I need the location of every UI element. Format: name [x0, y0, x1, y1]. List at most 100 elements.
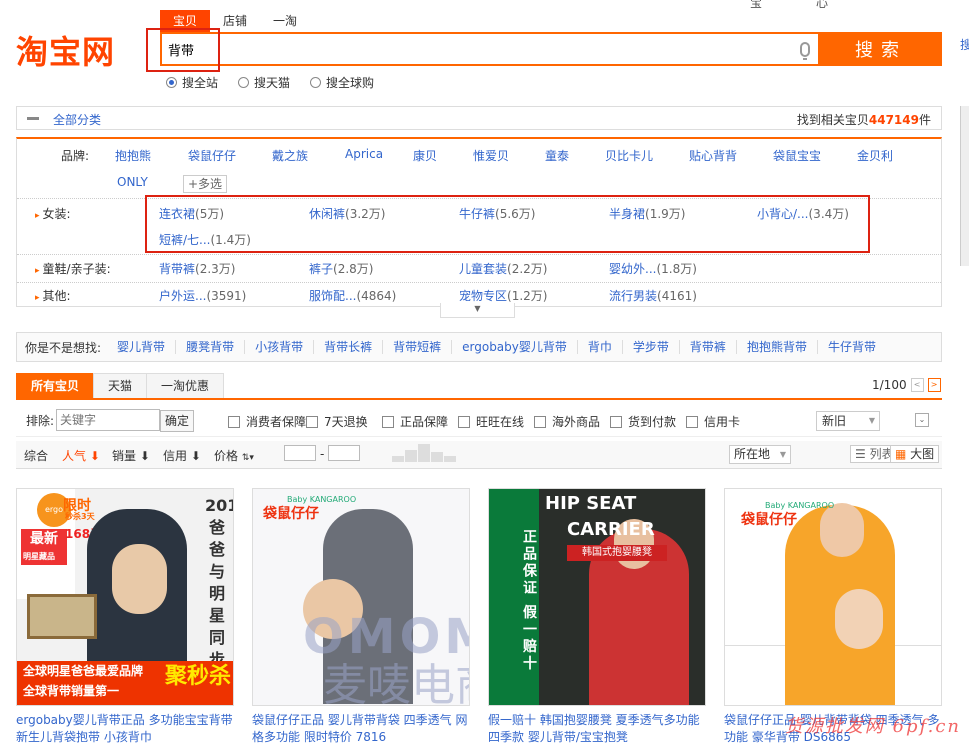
brand-item[interactable]: 贴心背背: [689, 147, 737, 164]
category-item[interactable]: 裤子(2.8万): [309, 260, 373, 277]
category-item[interactable]: 婴幼外...(1.8万): [609, 260, 697, 277]
microphone-icon[interactable]: [800, 42, 810, 57]
exclude-keyword-input[interactable]: [56, 409, 161, 431]
checkbox-7day-return[interactable]: 7天退换: [306, 413, 368, 430]
checkbox-credit-card[interactable]: 信用卡: [686, 413, 740, 430]
collapse-chevron-icon[interactable]: ⌄: [915, 413, 929, 427]
category-item[interactable]: 户外运...(3591): [159, 287, 246, 304]
tab-all-items[interactable]: 所有宝贝: [16, 373, 95, 399]
price-distribution-bars[interactable]: [392, 442, 456, 462]
tab-etao-deals[interactable]: 一淘优惠: [146, 373, 225, 399]
product-image[interactable]: Baby KANGAROO 袋鼠仔仔 OMOMAK 麦唛电商: [252, 488, 470, 706]
exclude-label: 排除:: [26, 413, 55, 428]
tab-items[interactable]: 宝贝: [160, 10, 211, 32]
sort-price[interactable]: 价格 ⇅▾: [214, 447, 254, 464]
category-item[interactable]: 小背心/...(3.4万): [757, 205, 849, 222]
search-input[interactable]: [162, 34, 762, 64]
category-item[interactable]: 背带裤(2.3万): [159, 260, 235, 277]
sort-sales[interactable]: 销量 ⬇: [112, 447, 150, 464]
brand-item[interactable]: 惟爱贝: [473, 147, 509, 164]
scope-all-radio[interactable]: 搜全站: [166, 74, 218, 91]
scrollbar[interactable]: [960, 106, 969, 266]
product-card[interactable]: Baby KANGAROO 袋鼠仔仔 OMOMAK 麦唛电商 袋鼠仔仔正品 婴儿…: [252, 488, 470, 746]
product-title-link[interactable]: 袋鼠仔仔正品 婴儿背带背袋 四季透气 网格多功能 限时特价 7816: [252, 712, 470, 746]
suggestion-link[interactable]: 腰凳背带: [176, 340, 246, 354]
multi-select-button[interactable]: +多选: [183, 175, 228, 193]
product-card[interactable]: 正品保证 假一赔十 HIP SEAT CARRIER 韩国式抱婴腰凳 假一赔十 …: [488, 488, 706, 746]
sort-credit[interactable]: 信用 ⬇: [163, 447, 201, 464]
brand-item[interactable]: 金贝利: [857, 147, 893, 164]
product-image[interactable]: Baby KANGAROO 袋鼠仔仔: [724, 488, 942, 706]
expand-filters-button[interactable]: ▼: [440, 303, 515, 318]
watermark-text: 麦唛电商: [323, 660, 469, 706]
scope-tmall-radio[interactable]: 搜天猫: [238, 74, 290, 91]
checkbox-cod[interactable]: 货到付款: [610, 413, 676, 430]
product-title-link[interactable]: ergobaby婴儿背带正品 多功能宝宝背带 新生儿背袋抱带 小孩背巾: [16, 712, 234, 746]
category-item[interactable]: 牛仔裤(5.6万): [459, 205, 535, 222]
category-item[interactable]: 短裤/七...(1.4万): [159, 231, 251, 248]
brand-item[interactable]: Aprica: [345, 147, 383, 161]
prev-page-button[interactable]: <: [910, 378, 924, 392]
brand-item[interactable]: ONLY: [117, 175, 148, 189]
location-select[interactable]: 所在地 ▼: [729, 445, 791, 464]
brand-item[interactable]: 戴之族: [272, 147, 308, 164]
category-item[interactable]: 半身裙(1.9万): [609, 205, 685, 222]
checkbox-genuine[interactable]: 正品保障: [382, 413, 448, 430]
condition-select[interactable]: 新旧 ▼: [816, 411, 880, 431]
brand-item[interactable]: 童泰: [545, 147, 569, 164]
checkbox-wangwang-online[interactable]: 旺旺在线: [458, 413, 524, 430]
suggestion-link[interactable]: 学步带: [623, 340, 680, 354]
suggestion-link[interactable]: 抱抱熊背带: [737, 340, 818, 354]
product-image[interactable]: 正品保证 假一赔十 HIP SEAT CARRIER 韩国式抱婴腰凳: [488, 488, 706, 706]
next-page-button[interactable]: >: [927, 378, 941, 392]
price-bar: [405, 450, 417, 462]
product-image[interactable]: ergo 限时 最新 秒杀3天 168元 明星藏品 2013爸爸与明星同步 全球…: [16, 488, 234, 706]
list-icon: ☰: [855, 447, 866, 461]
collapse-minus-icon[interactable]: [27, 117, 39, 120]
taobao-logo[interactable]: 淘宝网: [16, 30, 144, 74]
scope-global-radio[interactable]: 搜全球购: [310, 74, 374, 91]
microphone-stand: [803, 56, 807, 60]
checkbox-icon: [306, 415, 318, 428]
brand-item[interactable]: 康贝: [413, 147, 437, 164]
product-title-link[interactable]: 假一赔十 韩国抱婴腰凳 夏季透气多功能 四季款 婴儿背带/宝宝抱凳: [488, 712, 706, 746]
brand-item[interactable]: 抱抱熊: [115, 147, 151, 164]
search-button[interactable]: 搜索: [820, 32, 942, 66]
checkbox-overseas[interactable]: 海外商品: [534, 413, 600, 430]
sort-popularity[interactable]: 人气 ⬇: [62, 447, 100, 464]
tab-shops[interactable]: 店铺: [210, 10, 260, 32]
all-categories-link[interactable]: 全部分类: [53, 111, 101, 128]
suggestion-link[interactable]: 婴儿背带: [107, 340, 177, 354]
sort-default[interactable]: 综合: [24, 447, 48, 464]
checkbox-consumer-protection[interactable]: 消费者保障: [228, 413, 306, 430]
result-tabs: 所有宝贝 天猫 一淘优惠: [16, 373, 225, 399]
product-card[interactable]: Baby KANGAROO 袋鼠仔仔 袋鼠仔仔正品 婴儿背带背袋 四季透气 多功…: [724, 488, 942, 746]
tab-etao[interactable]: 一淘: [260, 10, 310, 32]
price-min-input[interactable]: [284, 445, 316, 461]
result-count-suffix: 件: [918, 113, 931, 127]
suggestion-link[interactable]: 背巾: [578, 340, 623, 354]
price-max-input[interactable]: [328, 445, 360, 461]
site-watermark: 货源批发网 6pf.cn: [784, 716, 961, 737]
category-row-kids: ▸ 童鞋/亲子装: 背带裤(2.3万) 裤子(2.8万) 儿童套装(2.2万) 婴…: [17, 255, 941, 283]
suggestion-link[interactable]: 背带短裤: [383, 340, 453, 354]
category-item[interactable]: 休闲裤(3.2万): [309, 205, 385, 222]
category-item[interactable]: 儿童套装(2.2万): [459, 260, 547, 277]
confirm-button[interactable]: 确定: [160, 410, 195, 432]
suggestion-link[interactable]: ergobaby婴儿背带: [452, 340, 578, 354]
filter-bar: 排除: 确定 消费者保障 7天退换 正品保障 旺旺在线 海外商品 货到付款 信用…: [16, 403, 942, 437]
category-item[interactable]: 连衣裙(5万): [159, 205, 224, 222]
suggestion-link[interactable]: 小孩背带: [245, 340, 315, 354]
category-item[interactable]: 服饰配...(4864): [309, 287, 396, 304]
suggestion-link[interactable]: 牛仔背带: [818, 340, 886, 354]
category-item[interactable]: 流行男装(4161): [609, 287, 697, 304]
suggestion-link[interactable]: 背带裤: [680, 340, 737, 354]
tab-tmall[interactable]: 天猫: [93, 373, 148, 399]
brand-item[interactable]: 袋鼠仔仔: [188, 147, 236, 164]
grid-view-button[interactable]: ▦ 大图: [890, 445, 940, 463]
suggestion-link[interactable]: 背带长裤: [314, 340, 384, 354]
brand-item[interactable]: 贝比卡儿: [605, 147, 653, 164]
product-card[interactable]: ergo 限时 最新 秒杀3天 168元 明星藏品 2013爸爸与明星同步 全球…: [16, 488, 234, 746]
category-item[interactable]: 宠物专区(1.2万): [459, 287, 547, 304]
brand-item[interactable]: 袋鼠宝宝: [773, 147, 821, 164]
